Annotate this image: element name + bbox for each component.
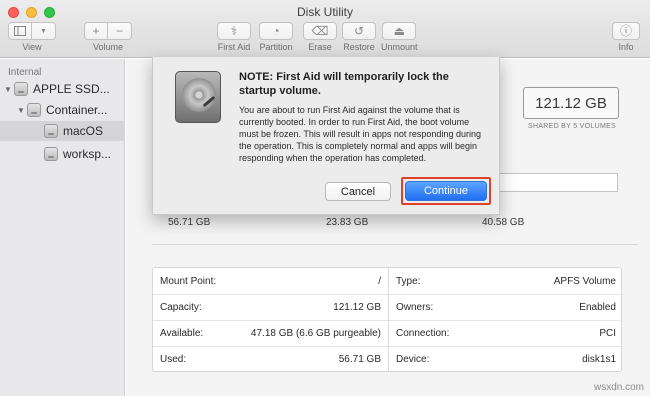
restore-button[interactable]: ↺ (342, 22, 376, 40)
plus-icon: + (92, 24, 100, 38)
view-button[interactable] (8, 22, 32, 40)
remove-volume-button[interactable]: − (108, 22, 132, 40)
info-value: 56.71 GB (338, 354, 381, 365)
info-key: Connection: (396, 328, 450, 339)
partition-group[interactable]: ◔ Partition (259, 22, 293, 52)
minus-icon: − (115, 24, 123, 38)
hard-drive-icon (14, 82, 28, 96)
disclosure-triangle-icon[interactable]: ▼ (4, 85, 14, 94)
info-value: PCI (599, 328, 616, 339)
container-disk-icon (27, 103, 41, 117)
unmount-label: Unmount (381, 42, 418, 52)
table-row: Connection: PCI (389, 320, 623, 346)
hard-drive-icon (175, 71, 221, 123)
first-aid-button[interactable]: ⚕ (217, 22, 251, 40)
info-key: Used: (160, 354, 187, 365)
info-value: Enabled (579, 302, 616, 313)
info-key: Available: (160, 328, 204, 339)
first-aid-dialog: NOTE: First Aid will temporarily lock th… (152, 57, 500, 215)
sidebar-item-macos[interactable]: macOS (0, 121, 125, 141)
volume-info-table: Mount Point: / Capacity: 121.12 GB Avail… (152, 267, 623, 372)
sidebar-item-container[interactable]: ▼ Container... (0, 100, 125, 120)
info-value: 47.18 GB (6.6 GB purgeable) (250, 328, 381, 339)
window-title: Disk Utility (297, 5, 353, 19)
eject-icon: ⏏ (393, 24, 405, 38)
restore-label: Restore (343, 42, 375, 52)
view-group: ▼ View (8, 22, 56, 52)
add-volume-button[interactable]: + (84, 22, 108, 40)
table-row: Owners: Enabled (389, 294, 623, 320)
table-row: Device: disk1s1 (389, 346, 623, 372)
sidebar-section-internal: Internal (8, 67, 42, 78)
sidebar-item-label: APPLE SSD... (33, 82, 110, 96)
view-menu-button[interactable]: ▼ (32, 22, 56, 40)
capacity-display: 121.12 GB (523, 87, 619, 119)
chevron-down-icon: ▼ (40, 27, 47, 35)
partition-label: Partition (259, 42, 293, 52)
usage-used-value: 56.71 GB (168, 217, 211, 228)
info-label: Info (618, 42, 634, 52)
info-button[interactable]: ⓘ (612, 22, 640, 40)
info-key: Mount Point: (160, 275, 217, 287)
table-row: Used: 56.71 GB (153, 346, 388, 372)
sidebar-icon (14, 26, 26, 36)
table-row: Available: 47.18 GB (6.6 GB purgeable) (153, 320, 388, 346)
table-row: Capacity: 121.12 GB (153, 294, 388, 320)
info-value: APFS Volume (553, 275, 616, 287)
info-key: Capacity: (160, 302, 202, 313)
erase-icon: ⌫ (311, 24, 329, 38)
info-value: 121.12 GB (333, 302, 381, 313)
shared-volumes-label: SHARED BY 5 VOLUMES (527, 123, 617, 130)
table-row: Mount Point: / (153, 268, 388, 294)
usage-free-value: 40.58 GB (482, 217, 525, 228)
usage-other-value: 23.83 GB (326, 217, 369, 228)
sidebar-item-workspace[interactable]: worksp... (0, 144, 125, 164)
unmount-group[interactable]: ⏏ Unmount (381, 22, 418, 52)
sidebar-item-label: worksp... (63, 147, 112, 161)
volume-field (490, 173, 618, 192)
info-group[interactable]: ⓘ Info (612, 22, 640, 52)
volume-group: + − Volume (84, 22, 132, 52)
info-column-left: Mount Point: / Capacity: 121.12 GB Avail… (153, 268, 388, 371)
dialog-title: NOTE: First Aid will temporarily lock th… (239, 71, 449, 97)
first-aid-label: First Aid (217, 42, 251, 52)
erase-label: Erase (308, 42, 332, 52)
dialog-message: You are about to run First Aid against t… (239, 105, 481, 163)
divider (152, 244, 638, 245)
erase-button[interactable]: ⌫ (303, 22, 337, 40)
info-value: disk1s1 (582, 354, 616, 365)
sidebar-item-label: Container... (46, 103, 108, 117)
unmount-button[interactable]: ⏏ (382, 22, 417, 40)
stethoscope-icon: ⚕ (230, 24, 238, 38)
watermark: wsxdn.com (593, 382, 644, 393)
disclosure-triangle-icon[interactable]: ▼ (17, 106, 27, 115)
info-key: Type: (396, 275, 421, 287)
partition-button[interactable]: ◔ (259, 22, 293, 40)
sidebar-item-apple-ssd[interactable]: ▼ APPLE SSD... (0, 79, 125, 99)
info-key: Device: (396, 354, 430, 365)
sidebar-item-label: macOS (63, 124, 104, 138)
volume-label: Volume (92, 42, 124, 52)
info-value: / (378, 275, 381, 287)
restore-group[interactable]: ↺ Restore (342, 22, 376, 52)
volume-disk-icon (44, 124, 58, 138)
volume-disk-icon (44, 147, 58, 161)
info-key: Owners: (396, 302, 434, 313)
first-aid-group[interactable]: ⚕ First Aid (217, 22, 251, 52)
erase-group[interactable]: ⌫ Erase (303, 22, 337, 52)
continue-button[interactable]: Continue (405, 181, 487, 201)
info-column-right: Type: APFS Volume Owners: Enabled Connec… (388, 268, 623, 371)
view-label: View (22, 42, 42, 52)
pie-icon: ◔ (272, 24, 280, 38)
toolbar: Disk Utility ▼ View + − Volume ⚕ First A… (0, 0, 650, 58)
info-icon: ⓘ (619, 24, 632, 38)
restore-icon: ↺ (353, 24, 365, 38)
cancel-button[interactable]: Cancel (325, 182, 391, 201)
table-row: Type: APFS Volume (389, 268, 623, 294)
sidebar: Internal ▼ APPLE SSD... ▼ Container... m… (0, 59, 125, 396)
